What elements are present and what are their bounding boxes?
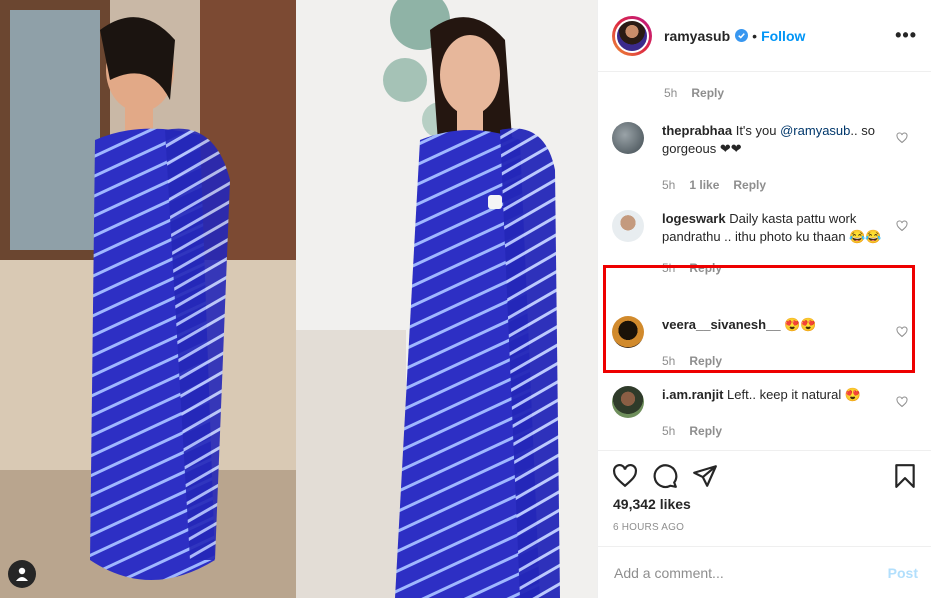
comment-like-heart-icon[interactable] [896, 326, 908, 338]
commenter-username[interactable]: theprabhaa [662, 123, 732, 138]
comment-item: i.am.ranjit Left.. keep it natural 😍 5h … [612, 386, 918, 440]
user-tag-icon[interactable] [8, 560, 36, 588]
comment-item: veera__sivanesh__ 😍😍 5h Reply [612, 316, 918, 370]
comment-meta: 5h 1 like Reply [662, 176, 882, 194]
bookmark-icon[interactable] [892, 463, 918, 489]
comment-like-heart-icon[interactable] [896, 132, 908, 144]
comment-input[interactable] [612, 563, 888, 582]
commenter-username[interactable]: veera__sivanesh__ [662, 317, 781, 332]
post-photo[interactable] [0, 0, 597, 598]
comment-meta: 5h Reply [664, 86, 724, 100]
commenter-avatar[interactable] [612, 316, 644, 348]
commenter-avatar[interactable] [612, 386, 644, 418]
verified-badge-icon [735, 29, 749, 42]
reply-button[interactable]: Reply [689, 352, 722, 370]
likes-count[interactable]: 49,342 likes [613, 496, 691, 512]
reply-button[interactable]: Reply [691, 86, 724, 100]
comment-bubble-icon[interactable] [652, 463, 678, 489]
reply-button[interactable]: Reply [689, 422, 722, 440]
post-image [0, 0, 597, 598]
comment-like-count[interactable]: 1 like [689, 176, 719, 194]
comment-time: 5h [662, 354, 676, 368]
comments-list[interactable]: 5h Reply theprabhaa It's you @ramyasub..… [598, 72, 931, 450]
post-comment-button[interactable]: Post [888, 565, 918, 581]
follow-button[interactable]: Follow [761, 28, 805, 44]
commenter-avatar[interactable] [612, 210, 644, 242]
commenter-username[interactable]: i.am.ranjit [662, 387, 723, 402]
comment-text: Left.. keep it natural 😍 [727, 387, 862, 402]
comment-like-heart-icon[interactable] [896, 396, 908, 408]
author-avatar[interactable] [612, 15, 652, 56]
more-options-icon[interactable]: ••• [895, 25, 917, 46]
comment-item: theprabhaa It's you @ramyasub.. so gorge… [612, 122, 918, 194]
comment-time: 5h [662, 424, 676, 438]
comment-mention[interactable]: @ramyasub [780, 123, 850, 138]
comment-text: 😍😍 [784, 317, 817, 332]
post-actions: 49,342 likes 6 HOURS AGO [598, 450, 931, 546]
comment-time: 5h [664, 86, 678, 100]
header-separator: • [752, 27, 758, 44]
comment-meta: 5h Reply [662, 352, 882, 370]
post-side-panel: ramyasub • Follow ••• 5h Reply theprabha… [597, 0, 931, 598]
post-header: ramyasub • Follow ••• [598, 0, 931, 72]
post-timestamp: 6 HOURS AGO [613, 522, 685, 533]
comment-like-heart-icon[interactable] [896, 220, 908, 232]
comment-meta: 5h Reply [662, 422, 882, 440]
author-username[interactable]: ramyasub [664, 28, 730, 44]
heart-icon[interactable] [612, 463, 638, 489]
comment-time: 5h [662, 178, 676, 192]
add-comment-bar: Post [598, 546, 931, 598]
comment-text: It's you [735, 123, 777, 138]
paper-plane-icon[interactable] [692, 463, 718, 489]
commenter-username[interactable]: logeswark [662, 211, 726, 226]
commenter-avatar[interactable] [612, 122, 644, 154]
reply-button[interactable]: Reply [733, 176, 766, 194]
